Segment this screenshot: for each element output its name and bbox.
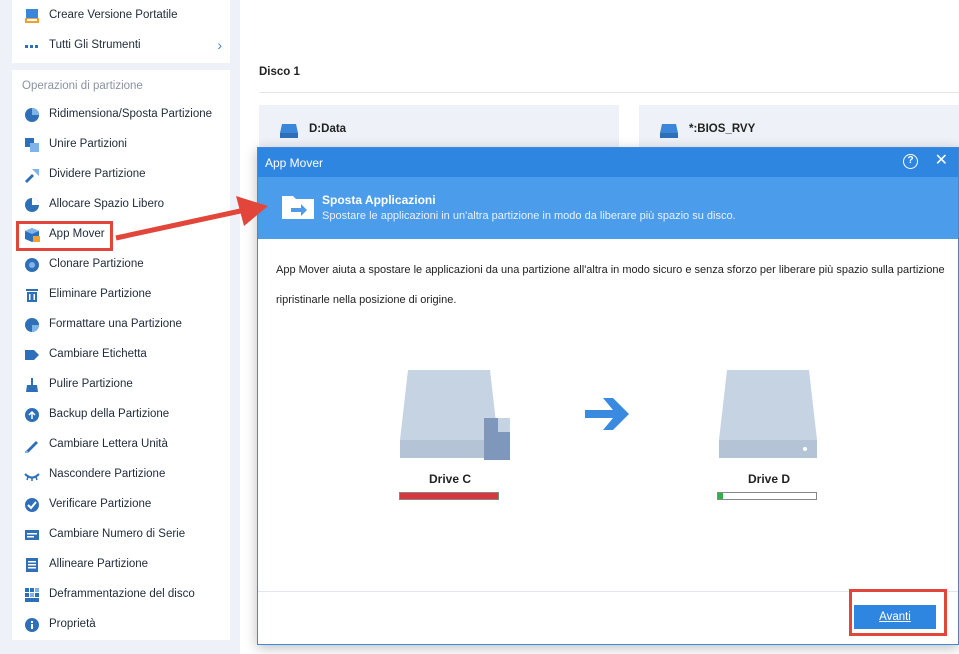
format-icon	[25, 318, 39, 332]
sidebar-item-hide[interactable]: Nascondere Partizione	[12, 460, 230, 490]
sidebar-item-serial[interactable]: Cambiare Numero di Serie	[12, 520, 230, 550]
check-icon	[25, 498, 39, 512]
sidebar-item-split[interactable]: Dividere Partizione	[12, 160, 230, 190]
sidebar-item-label: Pulire Partizione	[49, 378, 133, 390]
sidebar-item-drive-letter[interactable]: Cambiare Lettera Unità	[12, 430, 230, 460]
description-line: App Mover aiuta a spostare le applicazio…	[276, 264, 946, 276]
sidebar-item-label: Eliminare Partizione	[49, 288, 152, 300]
sidebar-item-label: Cambiare Etichetta	[49, 348, 147, 360]
sidebar-item-label: Ridimensiona/Sposta Partizione	[49, 108, 213, 120]
sidebar-item-portable[interactable]: Creare Versione Portatile	[12, 1, 230, 31]
sidebar-item-label: Formattare una Partizione	[49, 318, 182, 330]
drive-icon	[660, 124, 678, 138]
serial-icon	[25, 530, 39, 540]
partition-operations-panel: Operazioni di partizione Ridimensiona/Sp…	[12, 70, 230, 640]
sidebar-item-format[interactable]: Formattare una Partizione	[12, 310, 230, 340]
sidebar-item-allocate[interactable]: Allocare Spazio Libero	[12, 190, 230, 220]
backup-icon	[25, 408, 39, 422]
merge-icon	[25, 138, 39, 152]
hide-icon	[24, 473, 40, 481]
sidebar-item-label: Allineare Partizione	[49, 558, 149, 570]
sidebar-item-label: Nascondere Partizione	[49, 468, 166, 480]
app-mover-dialog: App Mover ? ✕ Sposta Applicazioni Sposta…	[257, 147, 959, 645]
dialog-description: App Mover aiuta a spostare le applicazio…	[276, 256, 946, 316]
help-icon[interactable]: ?	[903, 154, 918, 169]
label-icon	[25, 350, 39, 360]
partition-name: D:Data	[309, 123, 347, 135]
tools-panel: Creare Versione Portatile Tutti Gli Stru…	[12, 0, 230, 63]
description-line: ripristinarle nella posizione di origine…	[276, 294, 457, 306]
sidebar-item-clone[interactable]: Clonare Partizione	[12, 250, 230, 280]
resize-icon	[25, 108, 39, 122]
sidebar-item-label: Verificare Partizione	[49, 498, 152, 510]
sidebar-item-properties[interactable]: Proprietà	[12, 610, 230, 640]
sidebar-item-resize[interactable]: Ridimensiona/Sposta Partizione	[12, 100, 230, 130]
source-usage-bar	[399, 492, 499, 500]
sidebar-item-wipe[interactable]: Pulire Partizione	[12, 370, 230, 400]
sidebar-item-label: Creare Versione Portatile	[49, 9, 178, 21]
drive-letter-icon	[25, 441, 38, 453]
sidebar-item-check[interactable]: Verificare Partizione	[12, 490, 230, 520]
source-drive: Drive C	[390, 370, 524, 486]
sidebar-item-merge[interactable]: Unire Partizioni	[12, 130, 230, 160]
sidebar-item-delete[interactable]: Eliminare Partizione	[12, 280, 230, 310]
sidebar-item-label: Tutti Gli Strumenti	[49, 39, 141, 51]
disk-title: Disco 1	[259, 66, 300, 78]
dialog-titlebar: App Mover ? ✕	[258, 148, 958, 177]
sidebar-item-label: Proprietà	[49, 618, 96, 630]
drive-c-icon	[400, 370, 524, 460]
drive-icon	[280, 124, 298, 138]
align-icon	[26, 558, 38, 572]
sidebar-item-label: Deframmentazione del disco	[49, 588, 195, 600]
allocate-icon	[25, 198, 39, 212]
sidebar-item-label: Clonare Partizione	[49, 258, 144, 270]
dialog-title: App Mover	[265, 156, 324, 170]
drive-label: Drive D	[747, 472, 791, 486]
more-icon	[25, 45, 38, 48]
partition-card-d[interactable]: D:Data	[259, 105, 619, 150]
sidebar-item-defrag[interactable]: Deframmentazione del disco	[12, 580, 230, 610]
delete-icon	[26, 289, 38, 302]
info-icon	[25, 618, 39, 632]
next-button-highlight	[849, 589, 947, 636]
wipe-icon	[26, 378, 38, 392]
sidebar-item-label-change[interactable]: Cambiare Etichetta	[12, 340, 230, 370]
usage-fill	[718, 493, 723, 499]
clone-icon	[25, 258, 39, 272]
arrow-right-icon	[585, 398, 629, 430]
partition-name: *:BIOS_RVY	[689, 123, 756, 135]
dialog-banner: Sposta Applicazioni Spostare le applicaz…	[258, 177, 958, 239]
portable-icon	[25, 9, 39, 23]
target-drive: Drive D	[709, 370, 829, 486]
divider	[259, 92, 959, 93]
sidebar-item-label: Allocare Spazio Libero	[49, 198, 165, 210]
folder-move-icon	[282, 196, 314, 219]
banner-subtitle: Spostare le applicazioni in un'altra par…	[322, 210, 736, 222]
sidebar-item-label: Unire Partizioni	[49, 138, 127, 150]
target-usage-bar	[717, 492, 817, 500]
sidebar-item-align[interactable]: Allineare Partizione	[12, 550, 230, 580]
chevron-right-icon: ›	[217, 37, 222, 53]
defrag-icon	[25, 588, 39, 602]
drive-label: Drive C	[428, 472, 472, 486]
close-icon[interactable]: ✕	[935, 152, 948, 170]
sidebar: Creare Versione Portatile Tutti Gli Stru…	[0, 0, 240, 654]
sidebar-item-label: Cambiare Numero di Serie	[49, 528, 186, 540]
drive-d-icon	[719, 370, 817, 458]
banner-title: Sposta Applicazioni	[322, 193, 436, 207]
sidebar-item-all-tools[interactable]: Tutti Gli Strumenti ›	[12, 31, 230, 61]
sidebar-item-label: Backup della Partizione	[49, 408, 170, 420]
sidebar-item-label: Cambiare Lettera Unità	[49, 438, 168, 450]
sidebar-item-label: Dividere Partizione	[49, 168, 146, 180]
usage-fill	[400, 493, 498, 499]
split-icon	[25, 169, 39, 183]
sidebar-item-backup[interactable]: Backup della Partizione	[12, 400, 230, 430]
partition-card-bios[interactable]: *:BIOS_RVY	[639, 105, 959, 150]
app-mover-highlight	[16, 221, 113, 251]
section-title: Operazioni di partizione	[22, 80, 143, 92]
